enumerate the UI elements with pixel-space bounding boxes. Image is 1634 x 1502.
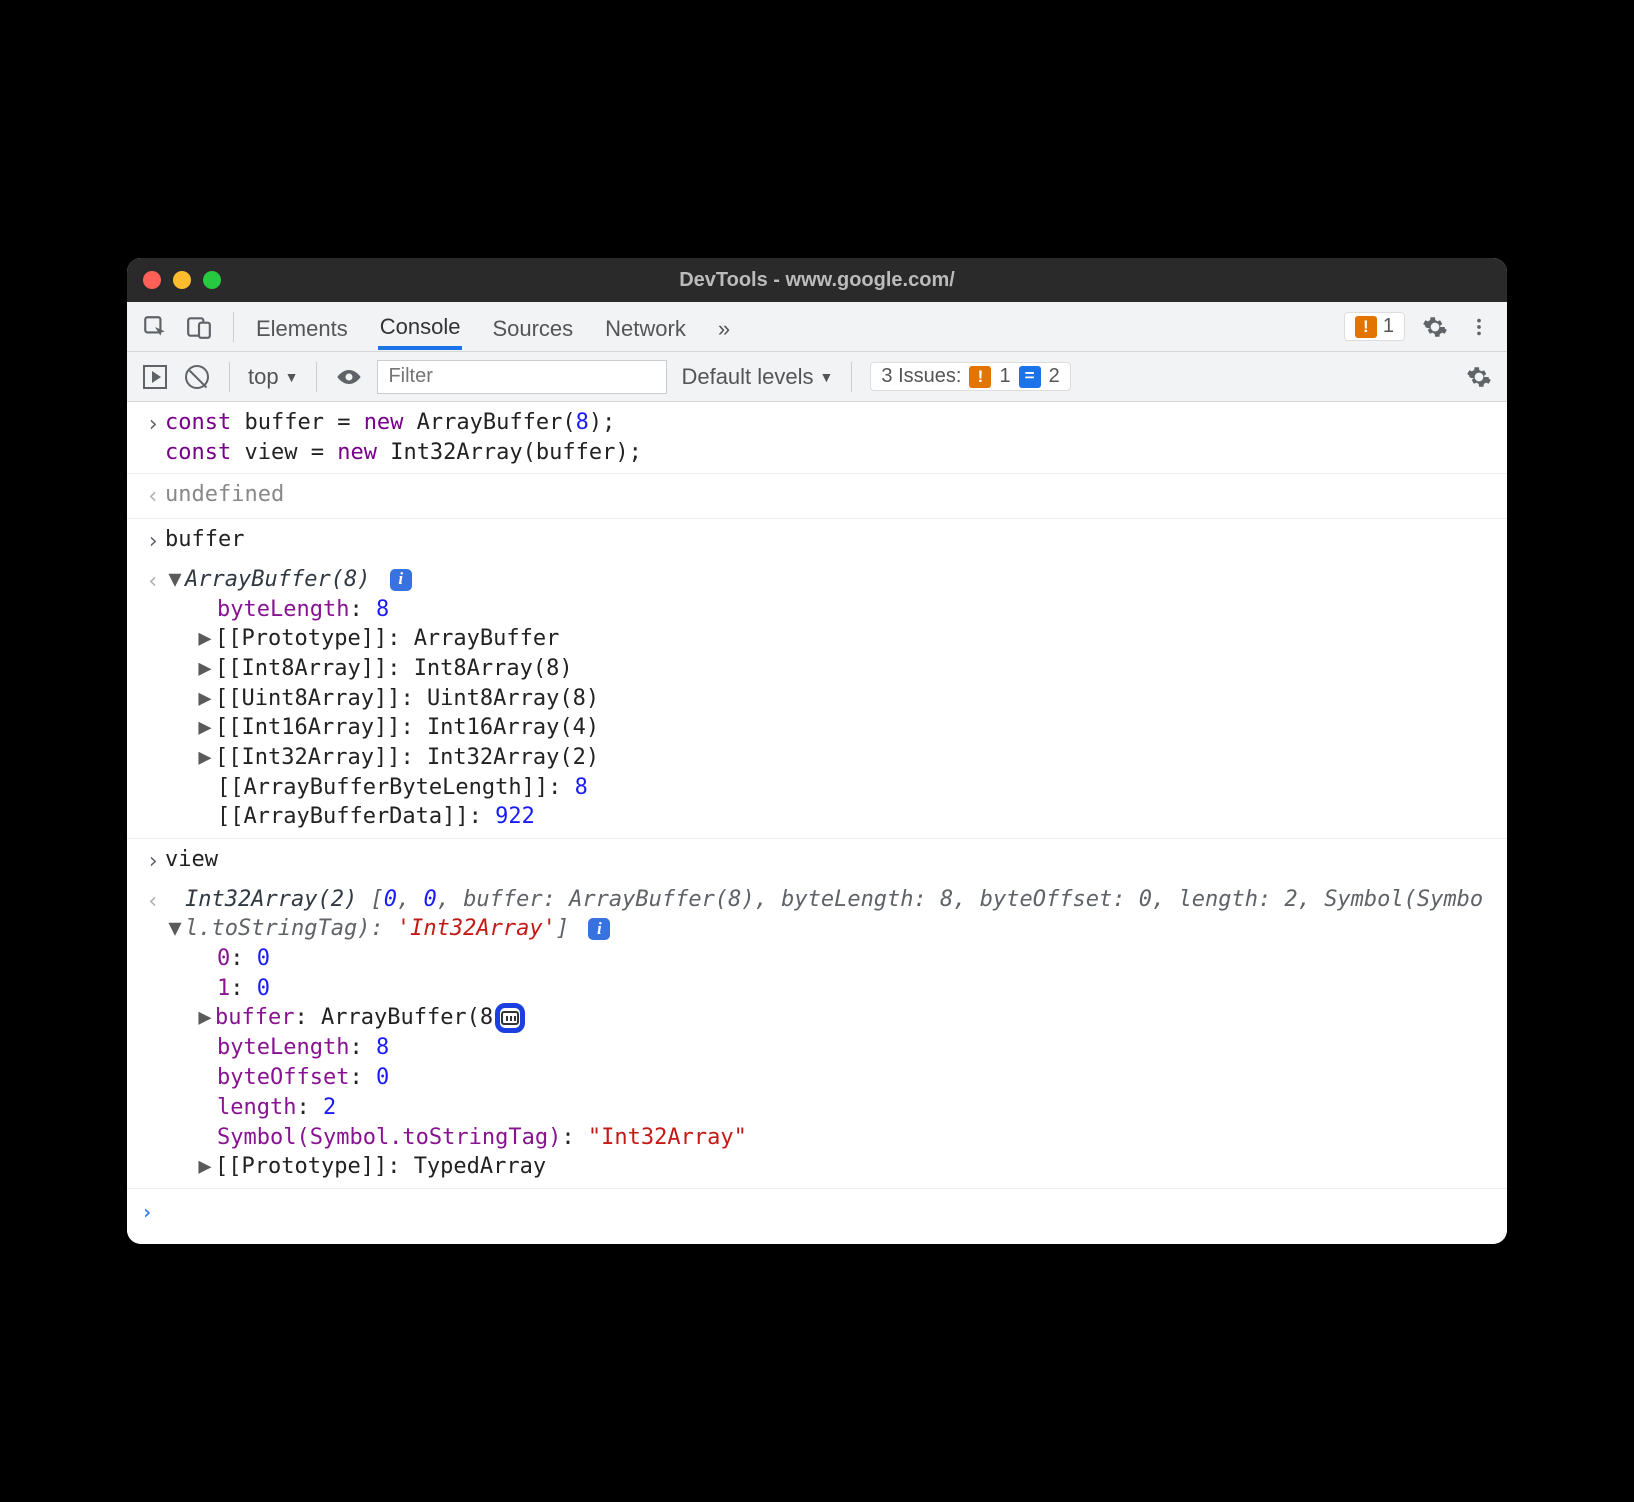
info-badge-icon[interactable] bbox=[390, 569, 412, 591]
inspect-element-icon[interactable] bbox=[141, 313, 169, 341]
separator bbox=[851, 362, 852, 392]
object-property[interactable]: ▶ buffer: ArrayBuffer(8 bbox=[165, 1003, 1497, 1033]
object-property[interactable]: [[ArrayBufferData]]: 922 bbox=[165, 802, 1497, 832]
input-chevron-icon: › bbox=[141, 845, 165, 877]
settings-icon[interactable] bbox=[1421, 313, 1449, 341]
output-chevron-icon: ‹ bbox=[141, 565, 165, 597]
disclosure-triangle-icon[interactable]: ▶ bbox=[195, 1003, 215, 1033]
issues-warn-count: 1 bbox=[999, 365, 1010, 388]
info-badge-icon[interactable] bbox=[588, 918, 610, 940]
object-property[interactable]: ▶[[Int16Array]]: Int16Array(4) bbox=[165, 713, 1497, 743]
separator bbox=[233, 312, 234, 342]
console-code: view bbox=[165, 845, 1507, 875]
object-property[interactable]: ▶[[Prototype]]: TypedArray bbox=[165, 1152, 1497, 1182]
disclosure-triangle-icon[interactable]: ▶ bbox=[195, 624, 215, 654]
issues-info-count: 2 bbox=[1049, 365, 1060, 388]
console-output: › const buffer = new ArrayBuffer(8); con… bbox=[127, 402, 1507, 1244]
disclosure-triangle-icon[interactable]: ▶ bbox=[195, 743, 215, 773]
device-toolbar-icon[interactable] bbox=[185, 313, 213, 341]
issues-badge[interactable]: 3 Issues: 1 2 bbox=[870, 362, 1070, 391]
context-selector[interactable]: top ▼ bbox=[248, 364, 298, 390]
context-label: top bbox=[248, 364, 279, 390]
input-chevron-icon: › bbox=[141, 525, 165, 557]
object-property[interactable]: ▶[[Int8Array]]: Int8Array(8) bbox=[165, 654, 1497, 684]
object-property[interactable]: byteLength: 8 bbox=[165, 595, 1497, 625]
console-entry[interactable]: ‹ ▼ Int32Array(2) [0, 0, buffer: ArrayBu… bbox=[127, 879, 1507, 1189]
levels-label: Default levels bbox=[681, 364, 813, 390]
tab-sources[interactable]: Sources bbox=[490, 306, 575, 348]
chevron-down-icon: ▼ bbox=[820, 369, 834, 385]
console-entry[interactable]: › const buffer = new ArrayBuffer(8); con… bbox=[127, 402, 1507, 474]
warning-icon bbox=[1355, 316, 1377, 338]
prompt-chevron-icon: › bbox=[141, 1199, 153, 1226]
object-property[interactable]: byteLength: 8 bbox=[165, 1033, 1497, 1063]
log-levels-selector[interactable]: Default levels ▼ bbox=[681, 364, 833, 390]
object-property[interactable]: Symbol(Symbol.toStringTag): "Int32Array" bbox=[165, 1123, 1497, 1153]
info-icon bbox=[1019, 366, 1041, 388]
object-property[interactable]: [[ArrayBufferByteLength]]: 8 bbox=[165, 773, 1497, 803]
console-entry[interactable]: › view bbox=[127, 839, 1507, 879]
tab-console[interactable]: Console bbox=[378, 304, 463, 350]
object-property[interactable]: ▶[[Int32Array]]: Int32Array(2) bbox=[165, 743, 1497, 773]
object-property[interactable]: length: 2 bbox=[165, 1093, 1497, 1123]
tab-network[interactable]: Network bbox=[603, 306, 688, 348]
tab-elements[interactable]: Elements bbox=[254, 306, 350, 348]
output-chevron-icon: ‹ bbox=[141, 885, 165, 917]
tab-more[interactable]: » bbox=[716, 306, 732, 348]
object-header[interactable]: Int32Array(2) [0, 0, buffer: ArrayBuffer… bbox=[185, 885, 1497, 944]
separator bbox=[229, 362, 230, 392]
warnings-count: 1 bbox=[1383, 315, 1394, 338]
object-property[interactable]: 0: 0 bbox=[165, 944, 1497, 974]
disclosure-triangle-icon[interactable]: ▶ bbox=[195, 1152, 215, 1182]
warnings-badge[interactable]: 1 bbox=[1344, 312, 1405, 341]
devtools-window: DevTools - www.google.com/ Elements Cons… bbox=[127, 258, 1507, 1244]
object-property[interactable]: 1: 0 bbox=[165, 974, 1497, 1004]
chevron-down-icon: ▼ bbox=[285, 369, 299, 385]
more-options-icon[interactable] bbox=[1465, 313, 1493, 341]
console-prompt[interactable]: › bbox=[127, 1189, 1507, 1244]
disclosure-triangle-icon[interactable]: ▼ bbox=[165, 565, 185, 595]
console-code: const buffer = new ArrayBuffer(8); const… bbox=[165, 408, 1507, 467]
undefined-result: undefined bbox=[165, 480, 1507, 510]
object-property[interactable]: ▶[[Prototype]]: ArrayBuffer bbox=[165, 624, 1497, 654]
object-property[interactable]: byteOffset: 0 bbox=[165, 1063, 1497, 1093]
disclosure-triangle-icon[interactable]: ▶ bbox=[195, 654, 215, 684]
console-code: buffer bbox=[165, 525, 1507, 555]
object-property[interactable]: ▶[[Uint8Array]]: Uint8Array(8) bbox=[165, 684, 1497, 714]
console-settings-icon[interactable] bbox=[1465, 363, 1493, 391]
window-title: DevTools - www.google.com/ bbox=[127, 269, 1507, 292]
clear-console-icon[interactable] bbox=[183, 363, 211, 391]
warning-icon bbox=[969, 366, 991, 388]
live-expression-icon[interactable] bbox=[335, 363, 363, 391]
separator bbox=[316, 362, 317, 392]
main-toolbar: Elements Console Sources Network » 1 bbox=[127, 302, 1507, 352]
disclosure-triangle-icon[interactable]: ▶ bbox=[195, 684, 215, 714]
toggle-sidebar-icon[interactable] bbox=[141, 363, 169, 391]
object-header[interactable]: ArrayBuffer(8) bbox=[185, 565, 412, 595]
output-chevron-icon: ‹ bbox=[141, 480, 165, 512]
filter-input[interactable] bbox=[377, 360, 667, 394]
disclosure-triangle-icon[interactable]: ▶ bbox=[195, 713, 215, 743]
console-entry[interactable]: › buffer bbox=[127, 519, 1507, 559]
console-entry[interactable]: ‹ undefined bbox=[127, 474, 1507, 519]
console-entry[interactable]: ‹ ▼ ArrayBuffer(8) byteLength: 8 ▶[[Prot… bbox=[127, 559, 1507, 839]
disclosure-triangle-icon[interactable]: ▼ bbox=[165, 914, 185, 944]
panel-tabs: Elements Console Sources Network » bbox=[254, 304, 732, 350]
input-chevron-icon: › bbox=[141, 408, 165, 440]
titlebar: DevTools - www.google.com/ bbox=[127, 258, 1507, 302]
memory-inspector-icon[interactable] bbox=[495, 1003, 525, 1033]
issues-label: 3 Issues: bbox=[881, 365, 961, 388]
console-toolbar: top ▼ Default levels ▼ 3 Issues: 1 2 bbox=[127, 352, 1507, 402]
